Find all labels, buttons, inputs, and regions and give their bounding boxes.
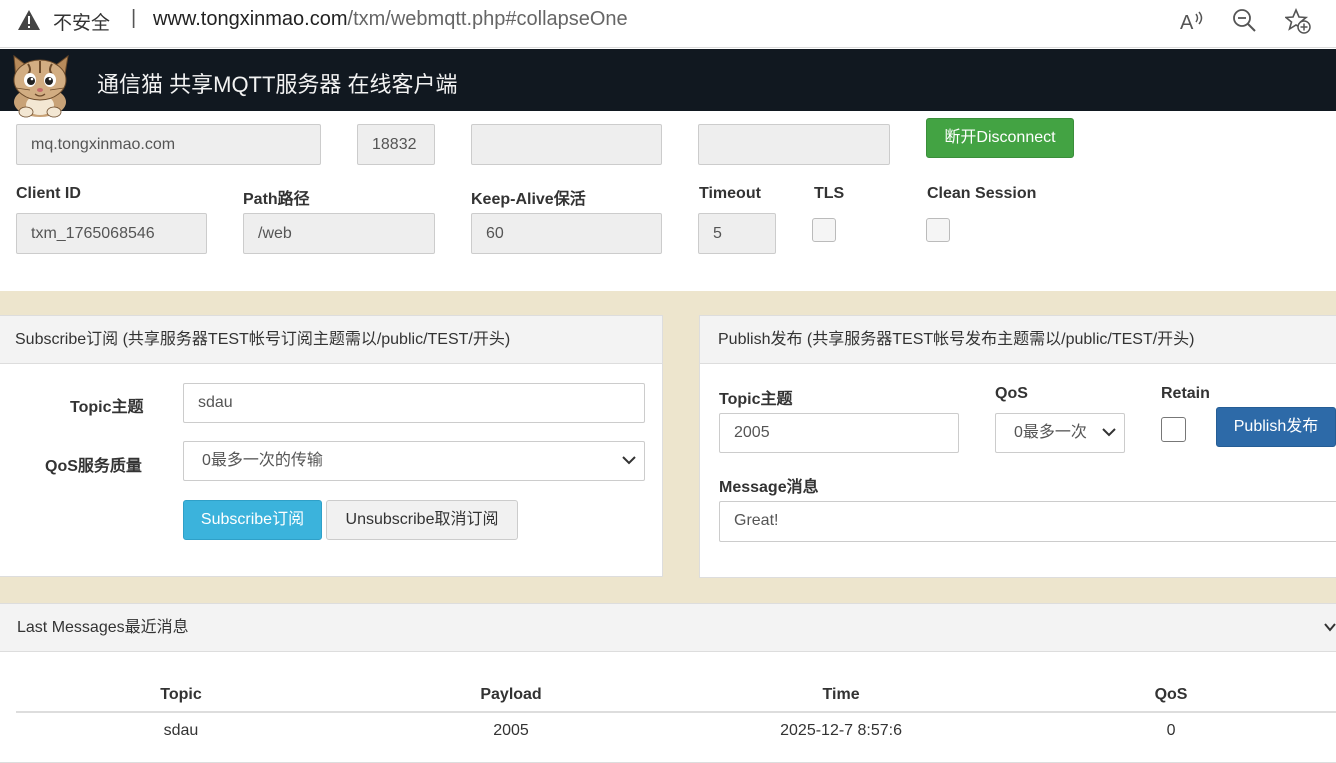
subscribe-qos-value: 0最多一次的传输: [202, 452, 323, 469]
read-aloud-icon[interactable]: A: [1178, 8, 1204, 34]
subscribe-qos-label: QoS服务质量: [45, 458, 142, 475]
connection-panel: mq.tongxinmao.com 18832 断开Disconnect Cli…: [0, 111, 1336, 291]
url-path: /txm/webmqtt.php#collapseOne: [347, 8, 628, 30]
subscribe-panel: Subscribe订阅 (共享服务器TEST帐号订阅主题需以/public/TE…: [0, 315, 663, 577]
publish-topic-input[interactable]: 2005: [719, 413, 959, 453]
port-input[interactable]: 18832: [357, 124, 435, 165]
client-id-label: Client ID: [16, 185, 81, 202]
column-time: Time: [676, 678, 1007, 713]
message-label: Message消息: [719, 479, 819, 496]
insecure-label[interactable]: 不安全: [53, 8, 110, 35]
content-background: Subscribe订阅 (共享服务器TEST帐号订阅主题需以/public/TE…: [0, 291, 1336, 763]
svg-text:A: A: [1180, 12, 1194, 34]
zoom-out-icon[interactable]: [1232, 8, 1258, 34]
publish-topic-label: Topic主题: [719, 391, 793, 408]
subscribe-qos-select[interactable]: 0最多一次的传输: [183, 441, 645, 481]
publish-button[interactable]: Publish发布: [1216, 407, 1336, 447]
messages-table: Topic Payload Time QoS sdau 2005 2025-12…: [16, 678, 1336, 748]
subscribe-topic-label: Topic主题: [70, 399, 144, 416]
host-input[interactable]: mq.tongxinmao.com: [16, 124, 321, 165]
add-favorite-icon[interactable]: [1285, 8, 1311, 34]
cell-payload: 2005: [493, 721, 529, 739]
unsubscribe-button[interactable]: Unsubscribe取消订阅: [326, 500, 518, 540]
column-topic: Topic: [16, 678, 346, 713]
path-label: Path路径: [243, 191, 310, 208]
subscribe-panel-header[interactable]: Subscribe订阅 (共享服务器TEST帐号订阅主题需以/public/TE…: [0, 316, 662, 364]
brand-title[interactable]: 通信猫 共享MQTT服务器 在线客户端: [97, 67, 458, 99]
cell-time: 2025-12-7 8:57:6: [780, 721, 902, 739]
timeout-input[interactable]: 5: [698, 213, 776, 254]
column-payload: Payload: [345, 678, 677, 713]
publish-panel: Publish发布 (共享服务器TEST帐号发布主题需以/public/TEST…: [699, 315, 1336, 578]
publish-qos-value: 0最多一次: [1014, 424, 1087, 441]
column-qos: QoS: [1006, 678, 1336, 713]
navbar: 通信猫 共享MQTT服务器 在线客户端: [0, 49, 1336, 111]
address-separator: |: [131, 7, 137, 29]
retain-label: Retain: [1161, 385, 1210, 402]
password-input[interactable]: [698, 124, 890, 165]
timeout-label: Timeout: [699, 185, 761, 202]
cell-topic: sdau: [163, 721, 199, 739]
tls-label: TLS: [814, 185, 845, 202]
cat-logo-icon[interactable]: [2, 50, 80, 118]
messages-panel-header[interactable]: Last Messages最近消息: [0, 604, 1336, 652]
username-input[interactable]: [471, 124, 662, 165]
disconnect-button[interactable]: 断开Disconnect: [926, 118, 1074, 158]
tls-checkbox[interactable]: [812, 218, 836, 242]
clean-session-label: Clean Session: [927, 185, 1037, 202]
table-header-row: Topic Payload Time QoS: [16, 678, 1336, 713]
cell-qos: 0: [1166, 721, 1176, 739]
keepalive-input[interactable]: 60: [471, 213, 662, 254]
publish-qos-select[interactable]: 0最多一次: [995, 413, 1125, 453]
message-textarea[interactable]: Great!: [719, 501, 1336, 542]
subscribe-button[interactable]: Subscribe订阅: [183, 500, 322, 540]
table-row[interactable]: sdau 2005 2025-12-7 8:57:6 0: [16, 712, 1336, 748]
warning-icon[interactable]: [17, 9, 41, 31]
chevron-down-icon: [1102, 428, 1116, 437]
path-input[interactable]: /web: [243, 213, 435, 254]
url-host: www.tongxinmao.com: [153, 8, 348, 30]
collapse-chevron-icon[interactable]: [1324, 622, 1336, 632]
subscribe-topic-input[interactable]: sdau: [183, 383, 645, 423]
browser-address-bar: 不安全 | www.tongxinmao.com/txm/webmqtt.php…: [0, 0, 1336, 48]
client-id-input[interactable]: txm_1765068546: [16, 213, 207, 254]
chevron-down-icon: [622, 456, 636, 465]
clean-session-checkbox[interactable]: [926, 218, 950, 242]
publish-qos-label: QoS: [995, 385, 1028, 402]
messages-panel: Last Messages最近消息 Topic Payload Time QoS…: [0, 603, 1336, 763]
retain-checkbox[interactable]: [1161, 417, 1186, 442]
keepalive-label: Keep-Alive保活: [471, 191, 586, 208]
publish-panel-header[interactable]: Publish发布 (共享服务器TEST帐号发布主题需以/public/TEST…: [700, 316, 1336, 364]
url-field[interactable]: www.tongxinmao.com/txm/webmqtt.php#colla…: [153, 8, 628, 31]
